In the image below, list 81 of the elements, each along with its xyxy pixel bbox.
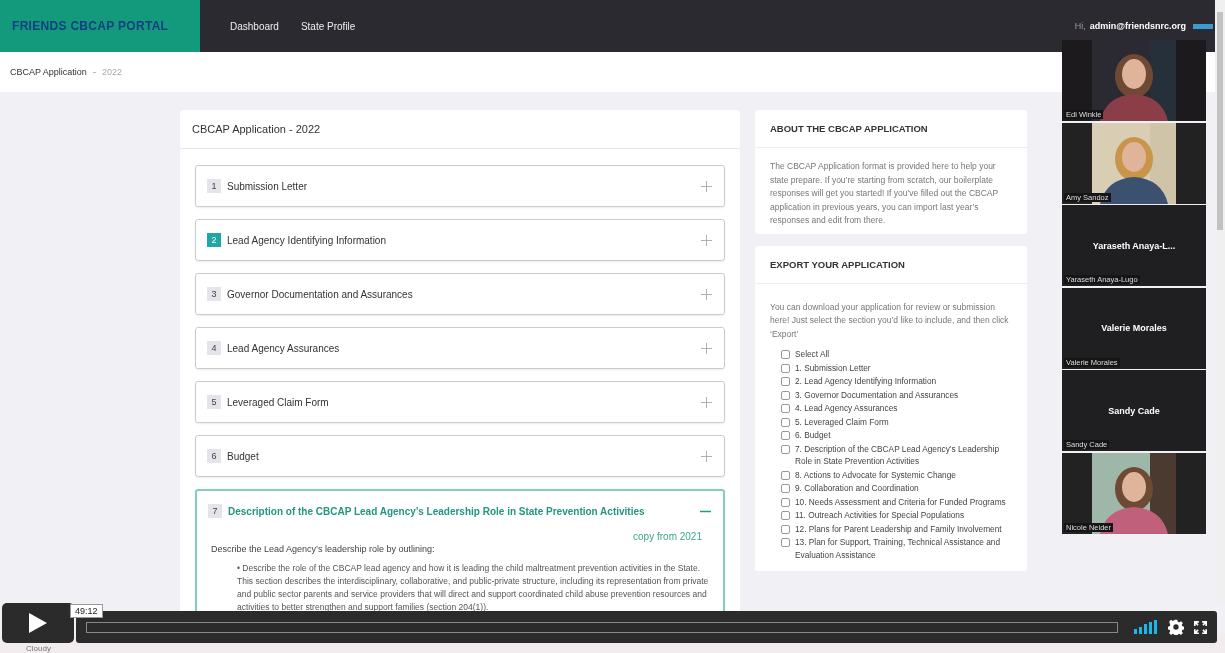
section-title: Leveraged Claim Form: [227, 396, 330, 408]
checkbox[interactable]: [781, 444, 790, 454]
play-button[interactable]: [2, 603, 74, 643]
weather-label: Cloudy: [26, 644, 51, 653]
bullet-text: • Describe the role of the CBCAP lead agency and how it is leading the child maltreatment prevention activities in the State. This section describes the interdisciplinary, collaborative, and public-private structure, including its representation from private and public sector parents and service providers that will direct and support coordinated child abuse prevention resources and activities to better strengthen and support families (section 204(1)).: [236, 562, 709, 614]
checkbox-label[interactable]: 1. Submission Letter: [795, 361, 871, 374]
section-number: 5: [207, 395, 221, 409]
checkbox[interactable]: [781, 484, 790, 493]
section-number: 2: [207, 233, 221, 247]
progress-track[interactable]: [86, 621, 1118, 633]
expand-icon[interactable]: [701, 342, 712, 354]
checkbox-label[interactable]: 5. Leveraged Claim Form: [795, 415, 889, 428]
section-number: 6: [207, 449, 221, 463]
section-title: Budget: [227, 450, 260, 462]
section-title: Lead Agency Identifying Information: [227, 234, 387, 246]
checkbox-label[interactable]: 8. Actions to Advocate for Systemic Change: [795, 468, 956, 481]
checkbox[interactable]: [781, 524, 790, 534]
accordion-header[interactable]: 1 Submission Letter: [196, 166, 724, 206]
accordion-header[interactable]: 2 Lead Agency Identifying Information: [196, 220, 724, 260]
checkbox-label[interactable]: 4. Lead Agency Assurances: [795, 402, 898, 415]
section-number: 4: [207, 341, 221, 355]
scrollbar[interactable]: [1215, 0, 1225, 603]
section-number: 3: [207, 287, 221, 301]
section-number: 1: [207, 179, 221, 193]
checkbox[interactable]: [781, 497, 790, 507]
export-text: You can download your application for review or submission here! Just select the section you’d like to include, and then click ‘Export’: [769, 300, 1010, 341]
user-email[interactable]: admin@friendsnrc.org: [1089, 21, 1186, 31]
card-title: CBCAP Application - 2022: [180, 110, 740, 149]
accordion-header[interactable]: 7 Description of the CBCAP Lead Agency’s Leadership Role in State Prevention Activities: [197, 491, 723, 531]
time-tooltip: 49:12: [70, 604, 103, 618]
section-title: Description of the CBCAP Lead Agency’s Leadership Role in State Prevention Activities: [228, 505, 646, 517]
checkbox-label[interactable]: 9. Collaboration and Coordination: [795, 482, 919, 495]
play-icon: [29, 613, 47, 633]
checkbox-label[interactable]: Select All: [795, 348, 830, 361]
checkbox-label[interactable]: 11. Outreach Activities for Special Populations: [795, 509, 965, 522]
checkbox-label[interactable]: 12. Plans for Parent Leadership and Family Involvement: [795, 522, 1002, 535]
fullscreen-icon[interactable]: [1194, 620, 1207, 634]
checkbox[interactable]: [781, 431, 790, 440]
about-text: The CBCAP Application format is provided here to help your state prepare. If you’re starting from scratch, our boilerplate responses will get you started! If you’ve filled out the CBCAP application in previous years, you can import last year’s responses and edit from there.: [769, 160, 1000, 227]
checkbox-label[interactable]: 3. Governor Documentation and Assurances: [795, 388, 959, 401]
accordion-header[interactable]: 5 Leveraged Claim Form: [196, 382, 724, 422]
breadcrumb-separator-icon: [92, 71, 96, 73]
checkbox-label[interactable]: 6. Budget: [795, 429, 831, 442]
accordion-header[interactable]: 6 Budget: [196, 436, 724, 476]
checkbox[interactable]: [781, 511, 790, 520]
checkbox[interactable]: [781, 350, 790, 359]
expand-icon[interactable]: [701, 396, 712, 408]
checkbox[interactable]: [781, 404, 790, 413]
checkbox-label[interactable]: 13. Plan for Support, Training, Technical Assistance and Evaluation Assistance: [795, 536, 1012, 561]
accordion-header[interactable]: 3 Governor Documentation and Assurances: [196, 274, 724, 314]
participant-display-name: Sandy Cade: [1108, 405, 1160, 416]
checkbox[interactable]: [781, 390, 790, 400]
nav-link[interactable]: State Profile: [300, 20, 356, 32]
breadcrumb-link[interactable]: CBCAP Application: [10, 67, 87, 77]
expand-icon[interactable]: [701, 180, 712, 192]
card-title: EXPORT YOUR APPLICATION: [755, 245, 1027, 284]
settings-icon[interactable]: [1168, 619, 1184, 635]
expand-icon[interactable]: [701, 234, 712, 246]
section-title: Lead Agency Assurances: [227, 342, 341, 354]
prompt-text: Describe the Lead Agency’s leadership role by outlining:: [211, 544, 436, 554]
section-title: Governor Documentation and Assurances: [227, 288, 414, 300]
expand-icon[interactable]: [701, 288, 712, 300]
checkbox[interactable]: [781, 470, 790, 480]
signal-bars-icon[interactable]: [1134, 620, 1158, 634]
nav-link[interactable]: Dashboard: [230, 20, 279, 32]
card-title: ABOUT THE CBCAP APPLICATION: [755, 110, 1027, 148]
checkbox[interactable]: [781, 417, 790, 427]
checkbox-label[interactable]: 7. Description of the CBCAP Lead Agency’s Leadership Role in State Prevention Activities: [795, 442, 1012, 468]
checkbox-label[interactable]: 2. Lead Agency Identifying Information: [795, 375, 937, 388]
checkbox[interactable]: [781, 377, 790, 386]
checkbox[interactable]: [781, 363, 790, 373]
expand-icon[interactable]: [701, 450, 712, 462]
participant-display-name: Valerie Morales: [1101, 323, 1167, 333]
checkbox[interactable]: [781, 538, 790, 547]
flag-icon: [1193, 23, 1213, 29]
section-number: 7: [208, 504, 222, 518]
accordion-header[interactable]: 4 Lead Agency Assurances: [196, 328, 724, 368]
greeting: Hi,: [1074, 21, 1086, 31]
participant-display-name: Yaraseth Anaya-L...: [1092, 240, 1176, 251]
checkbox-label[interactable]: 10. Needs Assessment and Criteria for Funded Programs: [795, 495, 1006, 508]
section-title: Submission Letter: [227, 180, 309, 192]
